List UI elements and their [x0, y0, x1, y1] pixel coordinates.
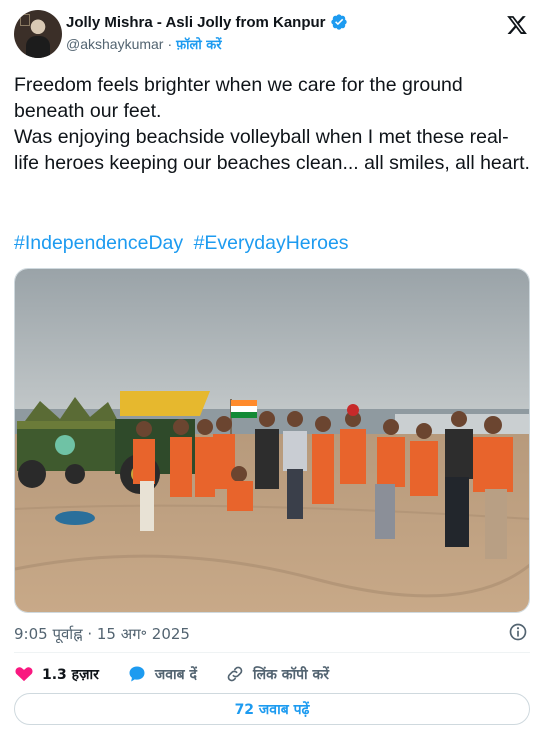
tweet-time: 9:05 पूर्वाह्न: [14, 625, 83, 643]
reply-label: जवाब दें: [154, 666, 197, 683]
name-row: Jolly Mishra - Asli Jolly from Kanpur: [66, 13, 348, 31]
display-name[interactable]: Jolly Mishra - Asli Jolly from Kanpur: [66, 14, 326, 31]
info-icon[interactable]: [508, 622, 528, 642]
tweet-text: Freedom feels brighter when we care for …: [14, 72, 530, 176]
user-info: Jolly Mishra - Asli Jolly from Kanpur @a…: [66, 13, 348, 53]
hashtag-everyday-heroes[interactable]: #EverydayHeroes: [194, 232, 349, 254]
user-handle[interactable]: @akshaykumar: [66, 36, 163, 52]
timestamp-separator: ·: [87, 625, 93, 643]
like-button[interactable]: 1.3 हज़ार: [14, 664, 99, 684]
read-replies-button[interactable]: 72 जवाब पढ़ें: [14, 693, 530, 725]
heart-icon: [15, 667, 33, 682]
x-logo-icon[interactable]: [506, 14, 528, 36]
handle-row: @akshaykumar · फ़ॉलो करें: [66, 35, 348, 53]
divider: [14, 652, 530, 653]
link-icon: [227, 666, 243, 682]
copy-link-button[interactable]: लिंक कॉपी करें: [225, 664, 329, 684]
read-replies-label: 72 जवाब पढ़ें: [234, 701, 310, 718]
beach-cleanup-group-photo: [15, 269, 529, 612]
copy-link-label: लिंक कॉपी करें: [252, 666, 330, 683]
tweet-date: 15 अग॰ 2025: [96, 625, 190, 643]
avatar-figure: [26, 36, 50, 58]
hashtags: #IndependenceDay #EverydayHeroes: [14, 232, 354, 255]
tweet-header: Jolly Mishra - Asli Jolly from Kanpur @a…: [14, 10, 530, 60]
reply-button[interactable]: जवाब दें: [127, 664, 197, 684]
avatar-frame-detail: [20, 14, 30, 26]
follow-button[interactable]: फ़ॉलो करें: [176, 35, 221, 53]
tweet-line-1: Freedom feels brighter when we care for …: [14, 74, 463, 122]
verified-badge-icon: [330, 14, 347, 30]
handle-separator: ·: [167, 36, 173, 52]
hashtag-independence-day[interactable]: #IndependenceDay: [14, 232, 183, 254]
like-count: 1.3 हज़ार: [42, 666, 99, 683]
tweet-photo[interactable]: [14, 268, 530, 613]
reply-bubble-icon: [129, 666, 145, 682]
avatar[interactable]: [14, 10, 62, 58]
tweet-actions: 1.3 हज़ार जवाब दें लिंक कॉपी करें: [14, 662, 530, 686]
tweet-timestamp[interactable]: 9:05 पूर्वाह्न · 15 अग॰ 2025: [14, 624, 190, 644]
tweet-line-2: Was enjoying beachside volleyball when I…: [14, 126, 530, 174]
